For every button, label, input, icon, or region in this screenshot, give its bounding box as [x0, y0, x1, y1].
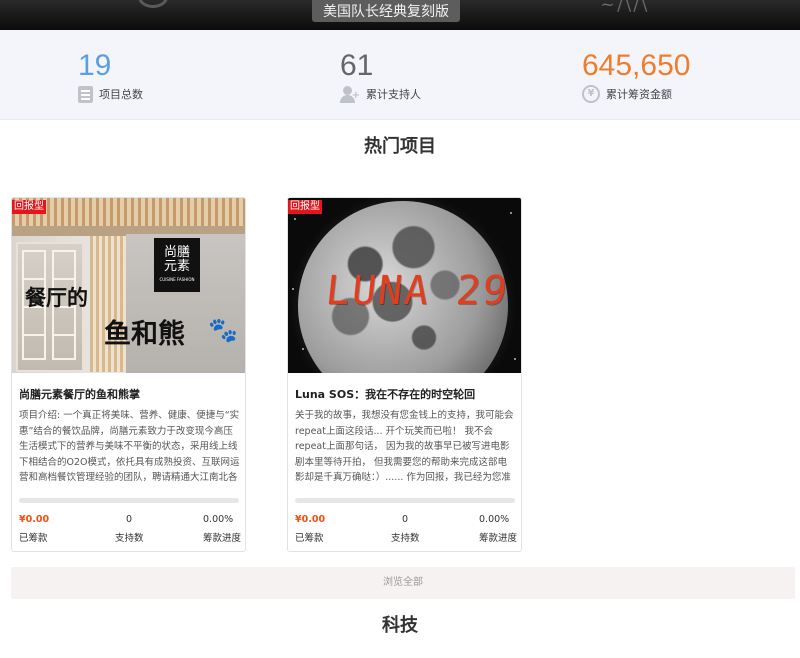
supporter-count: 0 — [402, 514, 409, 525]
stat-label: 项目总数 — [99, 88, 143, 101]
project-title[interactable]: Luna SOS：我在不存在的时空轮回 — [295, 386, 475, 402]
brand-logo: 尚膳 元素 CUISINE FASHION — [154, 238, 200, 292]
project-image[interactable]: LUNA 29 回报型 — [288, 198, 521, 373]
progress-label: 筹款进度 — [479, 533, 518, 544]
progress-label: 筹款进度 — [203, 533, 242, 544]
supporters-label: 支持数 — [115, 533, 144, 544]
banner-shield-graphic — [138, 0, 168, 8]
stats-bar: 19 项目总数 61 + 累计支持人 645,650 ¥ 累计筹资金额 — [0, 30, 800, 120]
banner-title[interactable]: 美国队长经典复刻版 — [312, 0, 460, 22]
stat-value: 19 — [78, 49, 112, 82]
project-description: 关于我的故事，我想没有您金钱上的支持，我可能会repeat上面这段话... 开个… — [295, 410, 514, 483]
funding-progress-bar — [19, 498, 239, 503]
image-subcaption: 鱼和熊 — [104, 319, 185, 350]
moon-photo: LUNA 29 — [288, 198, 521, 373]
image-caption: LUNA 29 — [323, 268, 511, 314]
stat-value: 61 — [340, 49, 374, 82]
project-title[interactable]: 尚膳元素餐厅的鱼和熊掌 — [19, 386, 140, 402]
project-image[interactable]: 尚膳 元素 CUISINE FASHION 餐厅的 鱼和熊 🐾 回报型 — [12, 198, 245, 373]
stat-supporter-count: 61 + 累计支持人 — [340, 50, 421, 103]
funding-percent: 0.00% — [479, 514, 510, 525]
raised-amount: ¥0.00 — [295, 514, 326, 525]
raised-label: 已筹款 — [19, 533, 48, 544]
document-icon — [78, 85, 93, 103]
browse-all-button[interactable]: 浏览全部 — [11, 567, 795, 599]
section-title-tech: 科技 — [382, 615, 418, 636]
section-title-hot: 热门项目 — [364, 136, 436, 157]
raised-label: 已筹款 — [295, 533, 324, 544]
page: ~/\/\ 美国队长经典复刻版 19 项目总数 61 + 累计支持人 645,6… — [0, 0, 800, 658]
stat-project-count: 19 项目总数 — [78, 50, 143, 103]
top-banner[interactable]: ~/\/\ 美国队长经典复刻版 — [0, 0, 800, 30]
image-caption: 餐厅的 — [25, 285, 88, 310]
stat-value: 645,650 — [582, 49, 691, 82]
stat-label: 累计筹资金额 — [606, 88, 672, 101]
project-card[interactable]: 尚膳 元素 CUISINE FASHION 餐厅的 鱼和熊 🐾 回报型 尚膳元素… — [11, 197, 246, 552]
funding-percent: 0.00% — [203, 514, 234, 525]
banner-decoration: ~/\/\ — [600, 0, 650, 15]
raised-amount: ¥0.00 — [19, 514, 50, 525]
paw-icon: 🐾 — [208, 316, 238, 344]
reward-type-badge: 回报型 — [12, 200, 46, 214]
funding-progress-bar — [295, 498, 515, 503]
stat-label: 累计支持人 — [366, 88, 421, 101]
yuan-coin-icon: ¥ — [582, 85, 600, 103]
project-description: 项目介绍: 一个真正将美味、营养、健康、便捷与“实惠”结合的餐饮品牌，尚膳元素致… — [19, 410, 240, 483]
project-card[interactable]: LUNA 29 回报型 Luna SOS：我在不存在的时空轮回 关于我的故事，我… — [287, 197, 522, 552]
stat-total-funds: 645,650 ¥ 累计筹资金额 — [582, 50, 690, 103]
supporter-count: 0 — [126, 514, 133, 525]
supporters-label: 支持数 — [391, 533, 420, 544]
add-user-icon: + — [340, 85, 360, 103]
restaurant-photo: 尚膳 元素 CUISINE FASHION 餐厅的 鱼和熊 🐾 — [12, 198, 245, 373]
reward-type-badge: 回报型 — [288, 200, 322, 214]
